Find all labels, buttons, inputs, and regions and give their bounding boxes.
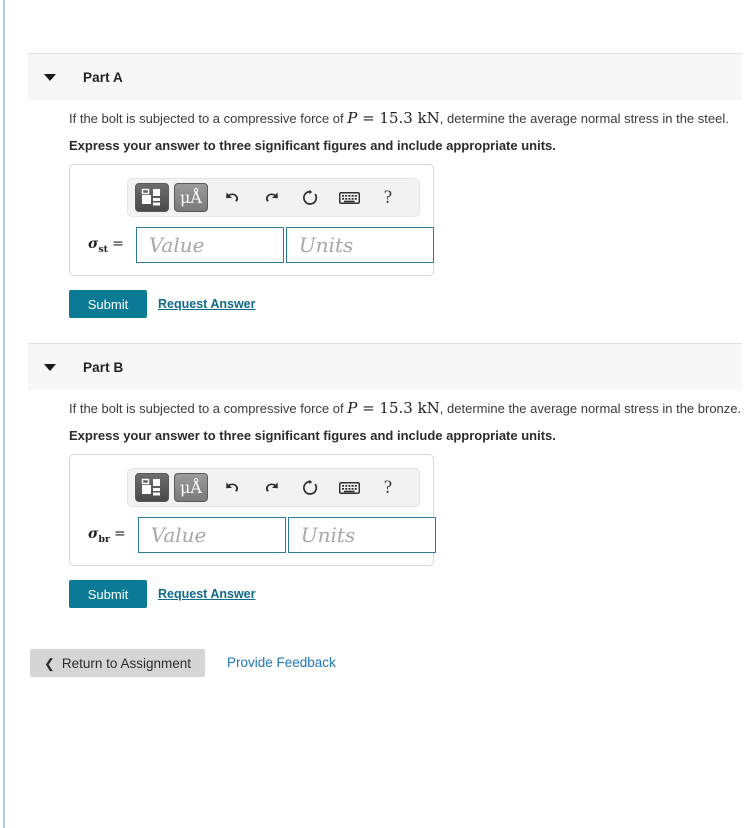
reset-icon[interactable] [295, 474, 325, 502]
question-prefix-b: If the bolt is subjected to a compressiv… [69, 401, 348, 416]
math-var-b: P [347, 399, 358, 417]
answer-row-a: σst = [88, 227, 434, 263]
caret-down-icon[interactable] [44, 73, 56, 81]
value-input-b[interactable] [137, 517, 286, 553]
undo-glyph [225, 192, 238, 202]
units-button[interactable]: μÅ [174, 183, 208, 212]
reset-icon[interactable] [295, 184, 325, 212]
help-question-mark: ? [383, 476, 393, 498]
question-text-b: If the bolt is subjected to a compressiv… [69, 400, 741, 417]
redo-glyph [265, 482, 278, 492]
left-edge-rail [3, 0, 5, 828]
question-suffix-a: , determine the average normal stress in… [439, 111, 729, 126]
redo-glyph [265, 192, 278, 202]
answer-toolbar-a: μÅ ? [127, 178, 420, 217]
math-eq-b: = [357, 399, 380, 417]
math-eq-a: = [357, 109, 380, 127]
units-button-label: μÅ [180, 477, 202, 497]
math-template-icon[interactable] [135, 183, 169, 212]
math-expression-a: P = 15.3 kN [347, 109, 440, 127]
part-title-a: Part A [83, 69, 123, 85]
help-icon[interactable]: ? [373, 184, 403, 212]
undo-glyph [225, 482, 238, 492]
sigma-symbol-b: σ [88, 525, 99, 542]
part-header-b[interactable]: Part B [28, 343, 742, 390]
sigma-symbol-a: σ [88, 235, 99, 252]
math-expression-b: P = 15.3 kN [347, 399, 440, 417]
reset-glyph [303, 479, 318, 495]
submit-button-a[interactable]: Submit [69, 290, 147, 318]
sigma-label-b: σbr = [88, 526, 126, 545]
question-suffix-b: , determine the average normal stress in… [439, 401, 742, 416]
answer-box-a: μÅ ? σst = Value Units [69, 164, 434, 276]
help-icon[interactable]: ? [373, 474, 403, 502]
question-prefix-a: If the bolt is subjected to a compressiv… [69, 111, 348, 126]
part-header-a[interactable]: Part A [28, 53, 742, 100]
question-text-a: If the bolt is subjected to a compressiv… [69, 110, 729, 127]
provide-feedback-link[interactable]: Provide Feedback [227, 655, 336, 670]
return-to-assignment-label: Return to Assignment [61, 655, 191, 671]
math-value-a: 15.3 kN [379, 109, 440, 127]
value-input-a[interactable] [135, 227, 284, 263]
caret-down-icon[interactable] [44, 363, 56, 371]
keyboard-glyph [338, 481, 360, 494]
answer-box-b: μÅ ? σbr = Value Units [69, 454, 436, 566]
reset-glyph [303, 189, 318, 205]
math-value-b: 15.3 kN [379, 399, 440, 417]
request-answer-link-a[interactable]: Request Answer [158, 297, 255, 311]
undo-icon[interactable] [217, 184, 247, 212]
help-question-mark: ? [383, 186, 393, 208]
part-title-b: Part B [83, 359, 124, 375]
keyboard-icon[interactable] [334, 184, 364, 212]
units-input-b[interactable] [287, 517, 436, 553]
math-template-icon[interactable] [135, 473, 169, 502]
redo-icon[interactable] [256, 184, 286, 212]
instruction-text-a: Express your answer to three significant… [69, 138, 556, 153]
answer-row-b: σbr = [88, 517, 436, 553]
units-input-a[interactable] [285, 227, 434, 263]
keyboard-glyph [338, 191, 360, 204]
sigma-subscript-a: st [98, 243, 109, 255]
submit-button-b[interactable]: Submit [69, 580, 147, 608]
sigma-subscript-b: br [98, 533, 110, 545]
answer-toolbar-b: μÅ ? [127, 468, 420, 507]
instruction-text-b: Express your answer to three significant… [69, 428, 556, 443]
units-button[interactable]: μÅ [174, 473, 208, 502]
keyboard-icon[interactable] [334, 474, 364, 502]
undo-icon[interactable] [217, 474, 247, 502]
math-template-glyph [141, 188, 160, 206]
sigma-equals-a: = [112, 235, 124, 252]
math-template-glyph [141, 478, 160, 496]
redo-icon[interactable] [256, 474, 286, 502]
chevron-left-icon: ❮ [44, 655, 55, 671]
sigma-equals-b: = [113, 525, 126, 542]
request-answer-link-b[interactable]: Request Answer [158, 587, 255, 601]
sigma-label-a: σst = [88, 236, 124, 255]
units-button-label: μÅ [180, 187, 202, 207]
return-to-assignment-button[interactable]: ❮ Return to Assignment [30, 649, 205, 677]
math-var-a: P [347, 109, 358, 127]
